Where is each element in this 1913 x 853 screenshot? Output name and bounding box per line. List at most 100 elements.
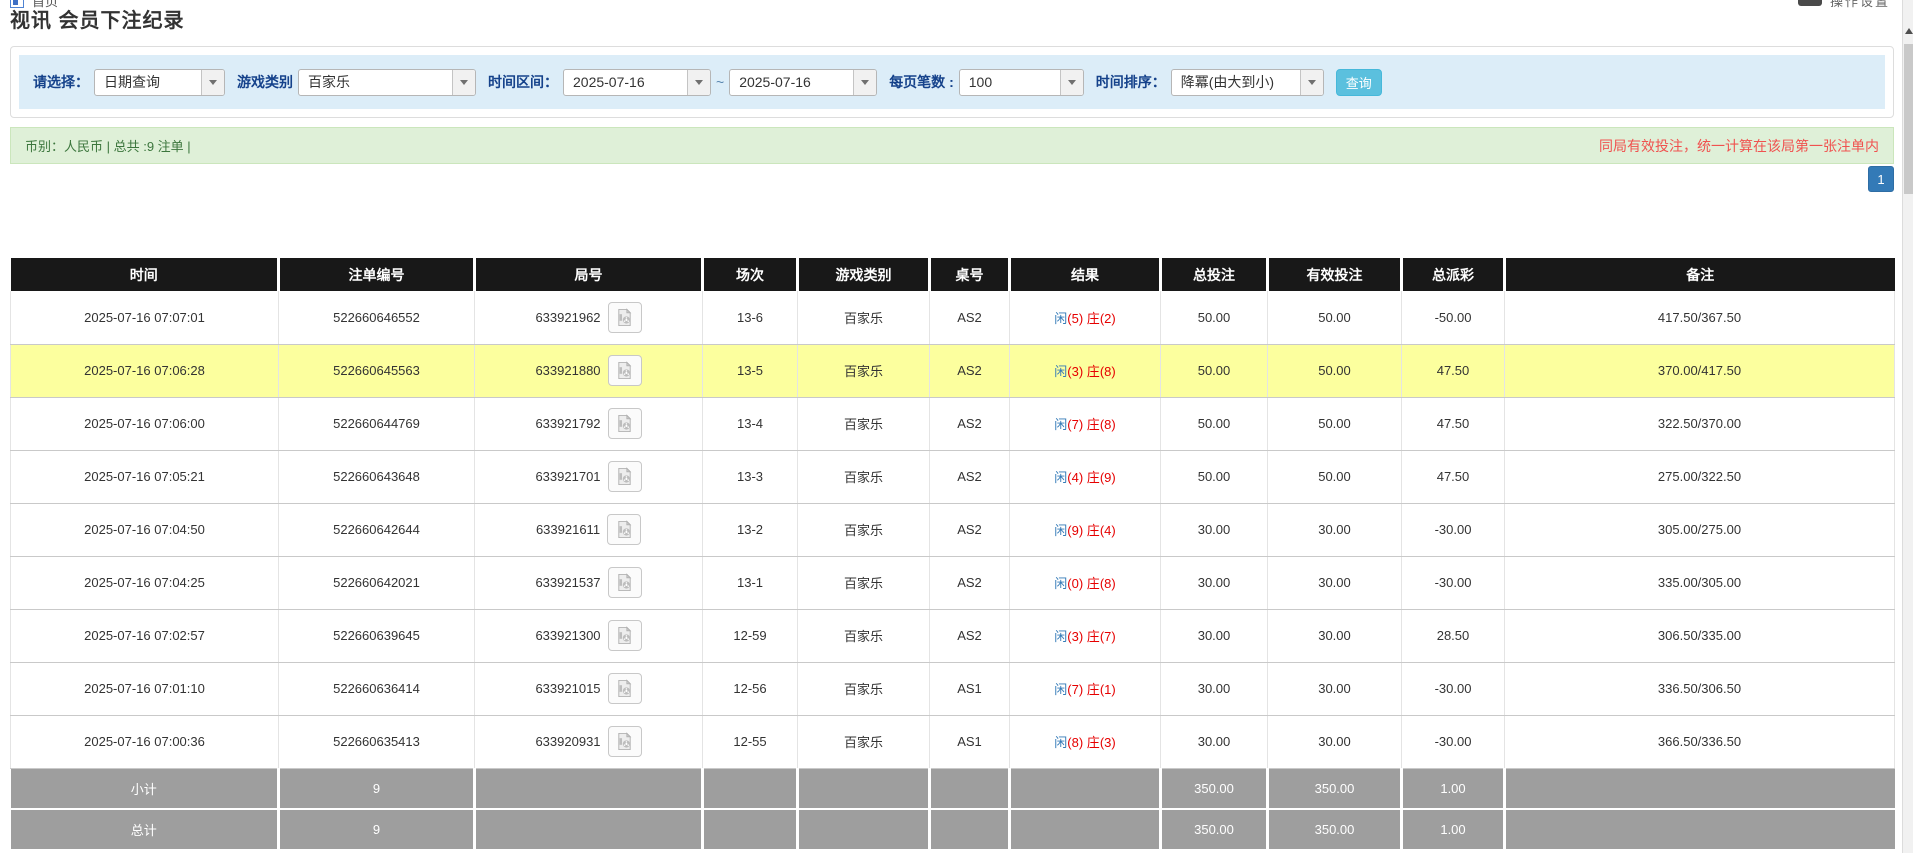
cell-total-bet[interactable]: 50.00 <box>1161 450 1268 503</box>
settings-icon[interactable] <box>1798 0 1822 6</box>
video-replay-icon[interactable] <box>608 408 642 439</box>
table-row: 2025-07-16 07:02:57522660639645 633921300… <box>11 609 1895 662</box>
query-type-select[interactable]: 日期查询 <box>94 69 225 96</box>
cell-total-bet[interactable]: 50.00 <box>1161 291 1268 344</box>
chevron-down-icon[interactable] <box>687 70 710 95</box>
scrollbar-up-icon[interactable] <box>1904 26 1913 36</box>
result-banker-label: 庄 <box>1087 682 1100 697</box>
cell-total-bet[interactable]: 30.00 <box>1161 715 1268 768</box>
cell-valid-bet: 30.00 <box>1268 503 1402 556</box>
total-row-empty-game-type <box>798 809 930 850</box>
filter-bar: 请选择： 日期查询 游戏类别 百家乐 时间区间： 2025-07-16 ~ 20… <box>19 55 1885 109</box>
cell-session: 13-6 <box>703 291 798 344</box>
cell-bet-id: 522660639645 <box>279 609 475 662</box>
cell-total-bet[interactable]: 30.00 <box>1161 503 1268 556</box>
cell-payout: 47.50 <box>1402 344 1505 397</box>
result-player-score: (7) <box>1067 417 1087 432</box>
cell-result: 闲(0) 庄(8) <box>1010 556 1161 609</box>
video-replay-icon[interactable] <box>608 355 642 386</box>
chevron-down-icon[interactable] <box>201 70 224 95</box>
cell-payout: -30.00 <box>1402 556 1505 609</box>
cell-remark: 306.50/335.00 <box>1505 609 1895 662</box>
cell-table-no: AS2 <box>930 450 1010 503</box>
cell-total-bet[interactable]: 30.00 <box>1161 609 1268 662</box>
chevron-down-icon[interactable] <box>1060 70 1083 95</box>
total-row-remark <box>1505 809 1895 850</box>
cell-session: 13-5 <box>703 344 798 397</box>
cell-payout: -30.00 <box>1402 503 1505 556</box>
round-id-text: 633921537 <box>535 575 600 590</box>
video-replay-icon[interactable] <box>607 514 641 545</box>
cell-round-id: 633921792 <box>475 397 703 450</box>
subtotal-row-empty-result <box>1010 768 1161 809</box>
topright-label[interactable]: 操作设置 <box>1830 0 1890 10</box>
cell-time: 2025-07-16 07:07:01 <box>11 291 279 344</box>
date-from-select[interactable]: 2025-07-16 <box>563 69 711 96</box>
cell-payout: 47.50 <box>1402 397 1505 450</box>
video-replay-icon[interactable] <box>608 302 642 333</box>
cell-remark: 335.00/305.00 <box>1505 556 1895 609</box>
cell-remark: 336.50/306.50 <box>1505 662 1895 715</box>
subtotal-row-payout: 1.00 <box>1402 768 1505 809</box>
col-header-remark: 备注 <box>1505 258 1895 291</box>
video-replay-icon[interactable] <box>608 673 642 704</box>
chevron-down-icon[interactable] <box>1300 70 1323 95</box>
chevron-down-icon[interactable] <box>452 70 475 95</box>
round-id-wrap: 633921300 <box>535 620 641 651</box>
video-replay-icon[interactable] <box>608 461 642 492</box>
cell-session: 12-55 <box>703 715 798 768</box>
cell-total-bet[interactable]: 30.00 <box>1161 556 1268 609</box>
result-banker-label: 庄 <box>1087 470 1100 485</box>
result-player-score: (9) <box>1067 523 1087 538</box>
round-id-text: 633921300 <box>535 628 600 643</box>
cell-remark: 366.50/336.50 <box>1505 715 1895 768</box>
cell-total-bet[interactable]: 30.00 <box>1161 662 1268 715</box>
video-replay-icon[interactable] <box>608 726 642 757</box>
search-button[interactable]: 查询 <box>1336 69 1382 96</box>
cell-total-bet[interactable]: 50.00 <box>1161 397 1268 450</box>
result-banker-label: 庄 <box>1087 311 1100 326</box>
round-id-text: 633920931 <box>535 734 600 749</box>
game-type-label: 游戏类别 <box>237 72 293 92</box>
vertical-scrollbar[interactable] <box>1902 0 1913 853</box>
col-header-time: 时间 <box>11 258 279 291</box>
subtotal-row-empty-table-no <box>930 768 1010 809</box>
date-to-value: 2025-07-16 <box>730 70 853 95</box>
cell-payout: 47.50 <box>1402 450 1505 503</box>
date-to-select[interactable]: 2025-07-16 <box>729 69 877 96</box>
cell-total-bet[interactable]: 50.00 <box>1161 344 1268 397</box>
pagination-page-1[interactable]: 1 <box>1868 166 1894 192</box>
cell-bet-id: 522660643648 <box>279 450 475 503</box>
video-replay-icon[interactable] <box>608 620 642 651</box>
time-sort-select[interactable]: 降冪(由大到小) <box>1171 69 1324 96</box>
cell-payout: 28.50 <box>1402 609 1505 662</box>
cell-remark: 305.00/275.00 <box>1505 503 1895 556</box>
cell-session: 13-2 <box>703 503 798 556</box>
col-header-table-no: 桌号 <box>930 258 1010 291</box>
cell-payout: -30.00 <box>1402 715 1505 768</box>
col-header-result: 结果 <box>1010 258 1161 291</box>
cell-table-no: AS2 <box>930 556 1010 609</box>
result-banker-score: (8) <box>1100 576 1116 591</box>
scrollbar-thumb[interactable] <box>1904 44 1913 194</box>
cell-time: 2025-07-16 07:00:36 <box>11 715 279 768</box>
cell-bet-id: 522660645563 <box>279 344 475 397</box>
round-id-wrap: 633921701 <box>535 461 641 492</box>
game-type-select[interactable]: 百家乐 <box>298 69 476 96</box>
cell-game-type: 百家乐 <box>798 397 930 450</box>
chevron-down-icon[interactable] <box>853 70 876 95</box>
video-replay-icon[interactable] <box>608 567 642 598</box>
page-size-select[interactable]: 100 <box>959 69 1084 96</box>
result-banker-label: 庄 <box>1087 417 1100 432</box>
round-id-wrap: 633921537 <box>535 567 641 598</box>
result-banker-score: (9) <box>1100 470 1116 485</box>
cell-time: 2025-07-16 07:02:57 <box>11 609 279 662</box>
cell-time: 2025-07-16 07:04:50 <box>11 503 279 556</box>
total-row-empty-session <box>703 809 798 850</box>
filter-panel: 请选择： 日期查询 游戏类别 百家乐 时间区间： 2025-07-16 ~ 20… <box>10 46 1894 118</box>
cell-result: 闲(8) 庄(3) <box>1010 715 1161 768</box>
result-player-label: 闲 <box>1054 682 1067 697</box>
subtotal-row: 小计9350.00350.001.00 <box>11 768 1895 809</box>
cell-payout: -50.00 <box>1402 291 1505 344</box>
query-type-label: 请选择： <box>33 72 89 92</box>
